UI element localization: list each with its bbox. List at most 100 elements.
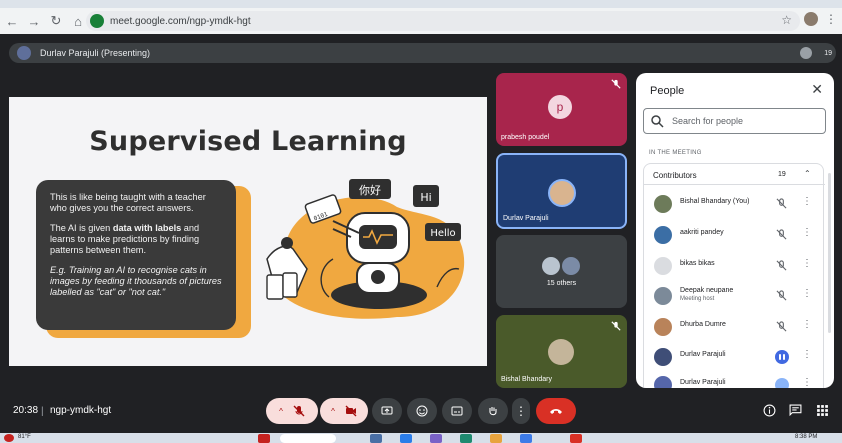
- tile-avatar: [548, 179, 576, 207]
- raise-hand-icon: [489, 407, 497, 416]
- mic-off-icon[interactable]: [293, 405, 305, 417]
- panel-title: People: [650, 85, 685, 97]
- participant-name: Dhurba Dumre: [680, 321, 726, 328]
- back-icon[interactable]: ←: [2, 11, 22, 31]
- avatar: [654, 195, 672, 213]
- chevron-up-icon[interactable]: ⌃: [804, 169, 811, 178]
- tile-initial: p: [556, 100, 564, 114]
- presenting-label: Durlav Parajuli (Presenting): [40, 48, 151, 58]
- taskbar-search[interactable]: [280, 434, 336, 443]
- contributors-group: Contributors 19 ⌃ Bishal Bhandary (You) …: [643, 163, 825, 388]
- browser-menu-icon[interactable]: ⋮: [825, 12, 837, 26]
- para3-text: E.g. Training an AI to recognise cats in…: [50, 265, 222, 297]
- mic-off-icon: [776, 198, 787, 209]
- app-icon[interactable]: [430, 434, 442, 443]
- mic-off-icon: [776, 229, 787, 240]
- chrome-icon[interactable]: [570, 434, 582, 443]
- slide-paragraph-1: This is like being taught with a teacher…: [50, 192, 206, 213]
- chevron-up-icon[interactable]: ^: [279, 407, 283, 416]
- mic-off-icon: [611, 321, 621, 331]
- participant-row[interactable]: Durlav Parajuli ⋮: [644, 371, 825, 388]
- more-options-icon[interactable]: ⋮: [802, 319, 812, 330]
- emoji-icon: [416, 405, 428, 417]
- participant-row[interactable]: Durlav Parajuli ⋮: [644, 343, 825, 373]
- tile-avatar: p: [548, 95, 572, 119]
- more-options-icon[interactable]: ⋮: [802, 288, 812, 299]
- video-tile-durlav[interactable]: Durlav Parajuli: [496, 153, 627, 229]
- others-avatar-1: [542, 257, 560, 275]
- tile-name: Bishal Bhandary: [501, 376, 552, 383]
- app-icon[interactable]: [258, 434, 270, 443]
- more-options-icon[interactable]: ⋮: [512, 398, 530, 424]
- weather-text: 81°F: [18, 434, 31, 440]
- tile-name: Durlav Parajuli: [503, 215, 549, 222]
- close-icon[interactable]: ✕: [811, 81, 823, 98]
- info-icon[interactable]: [763, 404, 776, 417]
- mic-control[interactable]: ^: [266, 398, 318, 424]
- more-options-icon[interactable]: ⋮: [802, 227, 812, 238]
- speaking-indicator-icon: [775, 350, 789, 364]
- participant-row[interactable]: bikas bikas ⋮: [644, 252, 825, 282]
- reactions-button[interactable]: [407, 398, 437, 424]
- others-count: 15 others: [546, 280, 577, 287]
- people-avatar-icon: [800, 47, 812, 59]
- os-taskbar: 81°F 8:38 PM: [0, 433, 842, 443]
- app-icon[interactable]: [520, 434, 532, 443]
- app-icon[interactable]: [490, 434, 502, 443]
- app-icon[interactable]: [370, 434, 382, 443]
- mic-off-icon: [776, 290, 787, 301]
- camera-control[interactable]: ^: [320, 398, 368, 424]
- video-tile-others[interactable]: 15 others: [496, 235, 627, 308]
- people-count: 19: [824, 49, 832, 57]
- people-count-button[interactable]: 19: [800, 45, 832, 61]
- tile-name: prabesh poudel: [501, 134, 550, 141]
- site-info-icon[interactable]: [90, 14, 104, 28]
- search-icon: [651, 115, 664, 128]
- leave-call-button[interactable]: [536, 398, 576, 424]
- captions-button[interactable]: [442, 398, 472, 424]
- participant-row[interactable]: Bishal Bhandary (You) ⋮: [644, 190, 825, 220]
- people-search[interactable]: [643, 108, 826, 134]
- meet-window: ← → ↻ ⌂ meet.google.com/ngp-ymdk-hgt ☆ ⋮…: [0, 0, 842, 443]
- chat-icon[interactable]: [789, 404, 802, 417]
- video-tile-bishal[interactable]: Bishal Bhandary: [496, 315, 627, 388]
- app-icon[interactable]: [460, 434, 472, 443]
- more-options-icon[interactable]: ⋮: [802, 258, 812, 269]
- bubble-hi: Hi: [420, 191, 431, 204]
- avatar: [654, 376, 672, 388]
- speaking-indicator-icon: [775, 378, 789, 388]
- reload-icon[interactable]: ↻: [46, 11, 66, 31]
- panel-scrollbar[interactable]: [828, 173, 831, 333]
- participant-row[interactable]: Dhurba Dumre ⋮: [644, 313, 825, 343]
- people-panel: People ✕ IN THE MEETING Contributors 19 …: [636, 73, 834, 388]
- meeting-time: 20:38: [13, 405, 39, 416]
- video-tile-prabesh[interactable]: p prabesh poudel: [496, 73, 627, 146]
- participant-role: Meeting host: [680, 296, 715, 302]
- profile-avatar[interactable]: [804, 12, 818, 26]
- participant-name: Durlav Parajuli: [680, 351, 726, 358]
- bookmark-star-icon[interactable]: ☆: [781, 13, 792, 27]
- app-icon[interactable]: [400, 434, 412, 443]
- chevron-up-icon[interactable]: ^: [331, 407, 335, 416]
- address-bar[interactable]: meet.google.com/ngp-ymdk-hgt ☆: [86, 11, 800, 31]
- participant-row[interactable]: aakriti pandey ⋮: [644, 221, 825, 251]
- present-button[interactable]: [372, 398, 402, 424]
- home-icon[interactable]: ⌂: [68, 11, 88, 31]
- participant-name: Bishal Bhandary (You): [680, 198, 750, 205]
- slide-text-card: This is like being taught with a teacher…: [36, 180, 236, 330]
- separator: |: [41, 406, 44, 417]
- participant-row[interactable]: Deepak neupane Meeting host ⋮: [644, 282, 825, 312]
- activities-icon[interactable]: [816, 404, 829, 417]
- contributors-label: Contributors: [653, 171, 697, 180]
- forward-icon[interactable]: →: [24, 11, 44, 31]
- more-options-icon[interactable]: ⋮: [802, 377, 812, 388]
- more-options-icon[interactable]: ⋮: [802, 349, 812, 360]
- para2-bold: data with labels: [112, 223, 182, 233]
- slide-paragraph-3: E.g. Training an AI to recognise cats in…: [50, 265, 222, 298]
- camera-off-icon[interactable]: [345, 405, 357, 417]
- contributors-count: 19: [778, 171, 786, 178]
- search-input[interactable]: [672, 116, 812, 126]
- contributors-header[interactable]: Contributors 19 ⌃: [644, 164, 825, 185]
- raise-hand-button[interactable]: [478, 398, 508, 424]
- more-options-icon[interactable]: ⋮: [802, 196, 812, 207]
